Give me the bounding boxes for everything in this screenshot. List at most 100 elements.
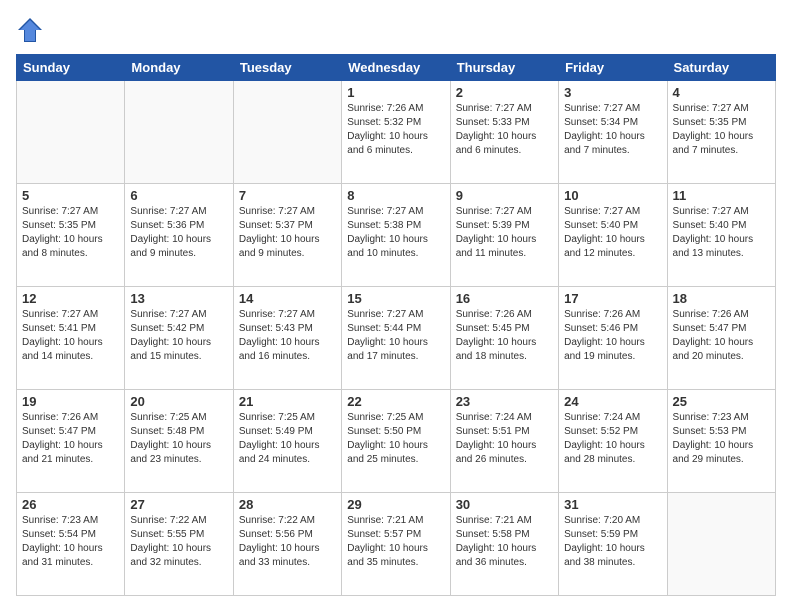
page: SundayMondayTuesdayWednesdayThursdayFrid…	[0, 0, 792, 612]
header-row: SundayMondayTuesdayWednesdayThursdayFrid…	[17, 55, 776, 81]
day-info: Sunrise: 7:27 AMSunset: 5:35 PMDaylight:…	[22, 205, 119, 261]
day-number: 11	[673, 188, 770, 203]
day-info: Sunrise: 7:27 AMSunset: 5:40 PMDaylight:…	[564, 205, 661, 261]
day-info: Sunrise: 7:27 AMSunset: 5:34 PMDaylight:…	[564, 102, 661, 158]
calendar-cell: 17 Sunrise: 7:26 AMSunset: 5:46 PMDayligh…	[559, 287, 667, 390]
day-number: 12	[22, 291, 119, 306]
day-info: Sunrise: 7:21 AMSunset: 5:57 PMDaylight:…	[347, 514, 444, 570]
day-number: 5	[22, 188, 119, 203]
week-row: 12 Sunrise: 7:27 AMSunset: 5:41 PMDayligh…	[17, 287, 776, 390]
day-number: 15	[347, 291, 444, 306]
day-info: Sunrise: 7:27 AMSunset: 5:43 PMDaylight:…	[239, 308, 336, 364]
calendar-cell: 18 Sunrise: 7:26 AMSunset: 5:47 PMDayligh…	[667, 287, 775, 390]
day-info: Sunrise: 7:26 AMSunset: 5:47 PMDaylight:…	[22, 411, 119, 467]
day-number: 22	[347, 394, 444, 409]
calendar-cell: 1 Sunrise: 7:26 AMSunset: 5:32 PMDaylight…	[342, 81, 450, 184]
calendar-cell: 22Sunrise: 7:25 AMSunset: 5:50 PMDayligh…	[342, 390, 450, 493]
day-number: 2	[456, 85, 553, 100]
calendar-cell	[233, 81, 341, 184]
day-number: 1	[347, 85, 444, 100]
day-number: 16	[456, 291, 553, 306]
day-info: Sunrise: 7:24 AMSunset: 5:51 PMDaylight:…	[456, 411, 553, 467]
calendar-cell	[125, 81, 233, 184]
day-number: 25	[673, 394, 770, 409]
day-number: 10	[564, 188, 661, 203]
calendar-cell: 26 Sunrise: 7:23 AMSunset: 5:54 PMDayligh…	[17, 493, 125, 596]
weekday-header: Saturday	[667, 55, 775, 81]
day-info: Sunrise: 7:27 AMSunset: 5:39 PMDaylight:…	[456, 205, 553, 261]
calendar-cell: 25 Sunrise: 7:23 AMSunset: 5:53 PMDayligh…	[667, 390, 775, 493]
weekday-header: Tuesday	[233, 55, 341, 81]
day-number: 19	[22, 394, 119, 409]
day-info: Sunrise: 7:26 AMSunset: 5:32 PMDaylight:…	[347, 102, 444, 158]
day-number: 26	[22, 497, 119, 512]
day-info: Sunrise: 7:27 AMSunset: 5:37 PMDaylight:…	[239, 205, 336, 261]
day-number: 28	[239, 497, 336, 512]
day-info: Sunrise: 7:27 AMSunset: 5:38 PMDaylight:…	[347, 205, 444, 261]
calendar-cell: 30 Sunrise: 7:21 AMSunset: 5:58 PMDayligh…	[450, 493, 558, 596]
calendar-cell: 10 Sunrise: 7:27 AMSunset: 5:40 PMDayligh…	[559, 184, 667, 287]
calendar-cell: 24 Sunrise: 7:24 AMSunset: 5:52 PMDayligh…	[559, 390, 667, 493]
calendar-cell: 5 Sunrise: 7:27 AMSunset: 5:35 PMDaylight…	[17, 184, 125, 287]
calendar-cell: 21Sunrise: 7:25 AMSunset: 5:49 PMDayligh…	[233, 390, 341, 493]
day-info: Sunrise: 7:23 AMSunset: 5:53 PMDaylight:…	[673, 411, 770, 467]
day-info: Sunrise: 7:26 AMSunset: 5:47 PMDaylight:…	[673, 308, 770, 364]
weekday-header: Monday	[125, 55, 233, 81]
calendar-cell: 14 Sunrise: 7:27 AMSunset: 5:43 PMDayligh…	[233, 287, 341, 390]
calendar-cell: 6Sunrise: 7:27 AMSunset: 5:36 PMDaylight…	[125, 184, 233, 287]
calendar-cell: 7 Sunrise: 7:27 AMSunset: 5:37 PMDaylight…	[233, 184, 341, 287]
day-info: Sunrise: 7:23 AMSunset: 5:54 PMDaylight:…	[22, 514, 119, 570]
day-info: Sunrise: 7:27 AMSunset: 5:40 PMDaylight:…	[673, 205, 770, 261]
day-info: Sunrise: 7:24 AMSunset: 5:52 PMDaylight:…	[564, 411, 661, 467]
week-row: 5 Sunrise: 7:27 AMSunset: 5:35 PMDaylight…	[17, 184, 776, 287]
calendar-cell: 19 Sunrise: 7:26 AMSunset: 5:47 PMDayligh…	[17, 390, 125, 493]
day-info: Sunrise: 7:25 AMSunset: 5:48 PMDaylight:…	[130, 411, 227, 467]
calendar-cell	[667, 493, 775, 596]
weekday-header: Sunday	[17, 55, 125, 81]
logo-icon	[16, 16, 44, 44]
calendar-cell	[17, 81, 125, 184]
day-number: 27	[130, 497, 227, 512]
day-number: 7	[239, 188, 336, 203]
day-info: Sunrise: 7:21 AMSunset: 5:58 PMDaylight:…	[456, 514, 553, 570]
day-info: Sunrise: 7:27 AMSunset: 5:42 PMDaylight:…	[130, 308, 227, 364]
calendar-cell: 12 Sunrise: 7:27 AMSunset: 5:41 PMDayligh…	[17, 287, 125, 390]
calendar-cell: 15Sunrise: 7:27 AMSunset: 5:44 PMDayligh…	[342, 287, 450, 390]
day-number: 18	[673, 291, 770, 306]
calendar-cell: 9 Sunrise: 7:27 AMSunset: 5:39 PMDaylight…	[450, 184, 558, 287]
day-info: Sunrise: 7:22 AMSunset: 5:56 PMDaylight:…	[239, 514, 336, 570]
day-info: Sunrise: 7:26 AMSunset: 5:45 PMDaylight:…	[456, 308, 553, 364]
calendar-cell: 28 Sunrise: 7:22 AMSunset: 5:56 PMDayligh…	[233, 493, 341, 596]
week-row: 19 Sunrise: 7:26 AMSunset: 5:47 PMDayligh…	[17, 390, 776, 493]
calendar-cell: 11 Sunrise: 7:27 AMSunset: 5:40 PMDayligh…	[667, 184, 775, 287]
calendar-cell: 4 Sunrise: 7:27 AMSunset: 5:35 PMDaylight…	[667, 81, 775, 184]
calendar-cell: 13Sunrise: 7:27 AMSunset: 5:42 PMDayligh…	[125, 287, 233, 390]
day-number: 31	[564, 497, 661, 512]
day-number: 24	[564, 394, 661, 409]
week-row: 26 Sunrise: 7:23 AMSunset: 5:54 PMDayligh…	[17, 493, 776, 596]
day-number: 4	[673, 85, 770, 100]
calendar-cell: 27 Sunrise: 7:22 AMSunset: 5:55 PMDayligh…	[125, 493, 233, 596]
day-info: Sunrise: 7:27 AMSunset: 5:33 PMDaylight:…	[456, 102, 553, 158]
day-info: Sunrise: 7:22 AMSunset: 5:55 PMDaylight:…	[130, 514, 227, 570]
weekday-header: Friday	[559, 55, 667, 81]
day-info: Sunrise: 7:27 AMSunset: 5:35 PMDaylight:…	[673, 102, 770, 158]
calendar-cell: 20Sunrise: 7:25 AMSunset: 5:48 PMDayligh…	[125, 390, 233, 493]
calendar-cell: 8 Sunrise: 7:27 AMSunset: 5:38 PMDaylight…	[342, 184, 450, 287]
day-number: 29	[347, 497, 444, 512]
day-number: 6	[130, 188, 227, 203]
day-number: 30	[456, 497, 553, 512]
day-number: 3	[564, 85, 661, 100]
calendar-cell: 2 Sunrise: 7:27 AMSunset: 5:33 PMDaylight…	[450, 81, 558, 184]
calendar-cell: 23Sunrise: 7:24 AMSunset: 5:51 PMDayligh…	[450, 390, 558, 493]
day-number: 14	[239, 291, 336, 306]
weekday-header: Thursday	[450, 55, 558, 81]
day-number: 9	[456, 188, 553, 203]
day-info: Sunrise: 7:26 AMSunset: 5:46 PMDaylight:…	[564, 308, 661, 364]
calendar-cell: 31 Sunrise: 7:20 AMSunset: 5:59 PMDayligh…	[559, 493, 667, 596]
day-number: 21	[239, 394, 336, 409]
day-number: 17	[564, 291, 661, 306]
day-info: Sunrise: 7:20 AMSunset: 5:59 PMDaylight:…	[564, 514, 661, 570]
day-number: 8	[347, 188, 444, 203]
day-info: Sunrise: 7:27 AMSunset: 5:41 PMDaylight:…	[22, 308, 119, 364]
